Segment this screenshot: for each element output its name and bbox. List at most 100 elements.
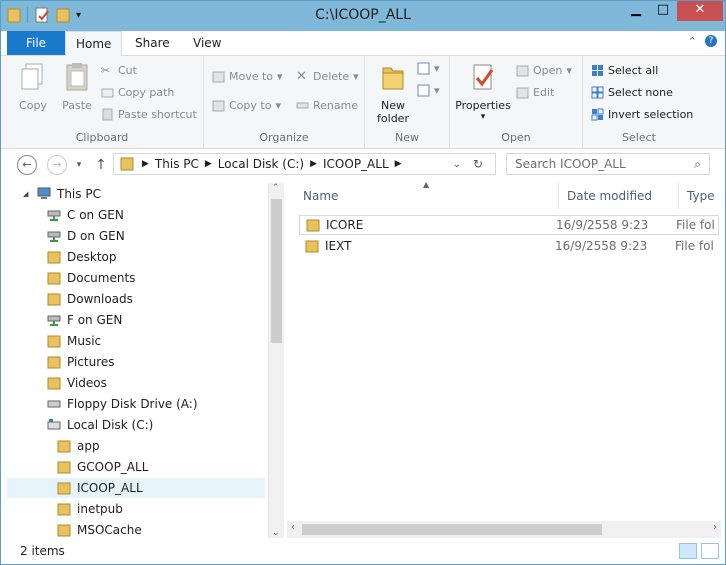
tab-view[interactable]: View <box>183 31 231 55</box>
easy-access-button[interactable]: ▾ <box>417 84 440 97</box>
breadcrumb-separator-icon[interactable]: ▶ <box>310 159 317 169</box>
organize-group: Move to ▾ Copy to ▾ ✕ Delete ▾ Rename Organi… <box>204 56 365 148</box>
tree-item[interactable]: F on GEN <box>7 310 265 330</box>
edit-button[interactable]: Edit <box>516 86 554 99</box>
tree-item[interactable]: GCOOP_ALL <box>7 457 265 477</box>
folder-icon <box>57 503 71 516</box>
refresh-icon[interactable]: ↻ <box>473 157 483 171</box>
details-view-button[interactable] <box>679 543 697 559</box>
tree-scrollbar[interactable]: ⌃ ⌄ <box>268 183 284 538</box>
file-row[interactable]: IEXT 16/9/2558 9:23 File fol <box>299 236 719 256</box>
tree-item-label: F on GEN <box>67 313 123 327</box>
forward-button[interactable]: → <box>47 155 67 175</box>
rename-button[interactable]: Rename <box>296 99 358 112</box>
breadcrumb-this-pc[interactable]: This PC <box>155 157 199 171</box>
select-none-icon <box>591 86 604 99</box>
scroll-up-arrow[interactable]: ⌃ <box>272 183 280 193</box>
copy-button[interactable]: Copy <box>13 62 53 112</box>
tree-item-label: Pictures <box>67 355 115 369</box>
tree-item-label: This PC <box>57 187 101 201</box>
tree-item[interactable]: C on GEN <box>7 205 265 225</box>
tree-item[interactable]: D on GEN <box>7 226 265 246</box>
tree-scroll-thumb[interactable] <box>271 199 282 343</box>
recent-locations-icon[interactable]: ▾ <box>69 155 89 175</box>
delete-icon: ✕ <box>296 69 307 84</box>
copy-path-button[interactable]: Copy path <box>101 86 174 99</box>
open-button[interactable]: Open ▾ <box>516 64 572 77</box>
search-input[interactable]: Search ICOOP_ALL ⌕ <box>506 153 710 175</box>
scroll-right-arrow[interactable]: › <box>713 522 717 533</box>
tree-item[interactable]: Music <box>7 331 265 351</box>
paste-button[interactable]: Paste <box>57 62 97 112</box>
tree-item[interactable]: Floppy Disk Drive (A:) <box>7 394 265 414</box>
tree-item[interactable]: Documents <box>7 268 265 288</box>
tree-item[interactable]: Downloads <box>7 289 265 309</box>
column-header-type[interactable]: Type <box>679 183 721 209</box>
address-dropdown-icon[interactable]: ⌄ <box>453 159 461 170</box>
file-list-scroll-thumb[interactable] <box>302 524 602 535</box>
tree-item[interactable]: app <box>7 436 265 456</box>
file-list-scrollbar[interactable]: ‹ › <box>287 521 721 538</box>
file-name: ICORE <box>326 218 364 232</box>
select-none-button[interactable]: Select none <box>591 86 673 99</box>
large-icons-view-button[interactable] <box>701 543 719 559</box>
help-icon[interactable]: ? <box>705 35 717 47</box>
file-name: IEXT <box>325 239 352 253</box>
expand-arrow-icon[interactable]: ◢ <box>23 190 28 198</box>
breadcrumb-icoop-all[interactable]: ICOOP_ALL <box>323 157 389 171</box>
copy-to-button[interactable]: Copy to ▾ <box>212 99 281 112</box>
maximize-button[interactable]: □ <box>650 1 676 21</box>
tree-item-label: inetpub <box>77 502 123 516</box>
computer-icon <box>37 187 51 199</box>
breadcrumb-separator-icon[interactable]: ▶ <box>205 159 212 169</box>
scroll-left-arrow[interactable]: ‹ <box>291 522 295 533</box>
invert-selection-button[interactable]: Invert selection <box>591 108 693 121</box>
scroll-down-arrow[interactable]: ⌄ <box>272 528 280 538</box>
properties-icon <box>473 64 494 90</box>
up-button[interactable]: ↑ <box>91 155 111 175</box>
explorer-window: ▾ C:\ICOOP_ALL ▁ □ ✕ File Home Share Vie… <box>0 0 726 565</box>
cut-button[interactable]: ✂ Cut <box>101 64 137 77</box>
move-to-button[interactable]: Move to ▾ <box>212 70 283 83</box>
breadcrumb-separator-icon[interactable]: ▶ <box>142 159 149 169</box>
column-header-name[interactable]: Name <box>295 183 559 209</box>
tree-item[interactable]: Desktop <box>7 247 265 267</box>
breadcrumb-separator-icon[interactable]: ▶ <box>395 159 402 169</box>
select-all-icon <box>592 65 603 76</box>
copy-path-icon <box>101 88 114 98</box>
minimize-button[interactable]: ▁ <box>623 1 649 21</box>
tree-item[interactable]: ◢ This PC <box>7 184 265 204</box>
file-type: File fol <box>675 239 714 253</box>
new-item-button[interactable]: ▾ <box>417 62 440 75</box>
address-bar[interactable]: ▶ This PC ▶ Local Disk (C:) ▶ ICOOP_ALL … <box>113 153 496 175</box>
tree-item[interactable]: Pictures <box>7 352 265 372</box>
tab-share[interactable]: Share <box>125 31 180 55</box>
tree-item[interactable]: ICOOP_ALL <box>7 478 265 498</box>
file-type: File fol <box>676 218 715 232</box>
group-label-open: Open <box>501 131 531 144</box>
delete-button[interactable]: ✕ Delete ▾ <box>296 70 359 83</box>
tree-item-label: GCOOP_ALL <box>77 460 149 474</box>
back-button[interactable]: ← <box>17 155 37 175</box>
collapse-ribbon-icon[interactable]: ⌃ <box>688 35 697 48</box>
copy-to-icon <box>212 100 225 112</box>
folder-icon <box>47 293 61 306</box>
new-group: New folder ▾ ▾ New <box>365 56 450 148</box>
tab-file[interactable]: File <box>7 31 65 55</box>
tab-home[interactable]: Home <box>65 31 123 57</box>
clipboard-group: Copy Paste ✂ Cut Copy path Paste shortcut… <box>1 56 204 148</box>
properties-button[interactable]: Properties ▾ <box>454 62 512 122</box>
tree-item[interactable]: Local Disk (C:) <box>7 415 265 435</box>
close-button[interactable]: ✕ <box>677 1 723 21</box>
file-row[interactable]: ICORE 16/9/2558 9:23 File fol <box>299 215 719 235</box>
new-folder-button[interactable]: New folder <box>371 62 415 125</box>
item-count: 2 items <box>20 544 65 558</box>
tree-item[interactable]: MSOCache <box>7 520 265 538</box>
column-header-date[interactable]: Date modified <box>559 183 679 209</box>
tree-item[interactable]: Videos <box>7 373 265 393</box>
breadcrumb-local-disk[interactable]: Local Disk (C:) <box>218 157 304 171</box>
paste-shortcut-button[interactable]: Paste shortcut <box>101 108 197 121</box>
disk-icon <box>47 419 61 430</box>
tree-item[interactable]: inetpub <box>7 499 265 519</box>
select-all-button[interactable]: Select all <box>591 64 658 77</box>
